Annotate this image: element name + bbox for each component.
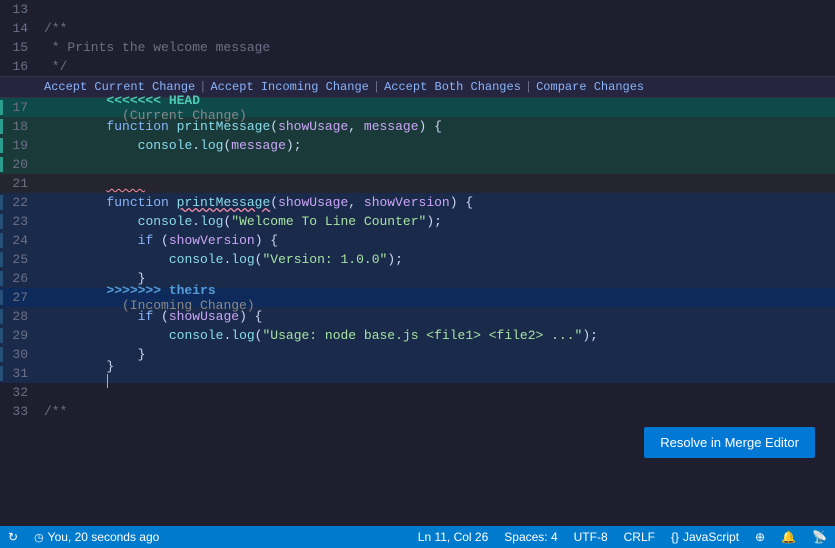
status-language[interactable]: {} JavaScript: [671, 530, 739, 544]
line-number: 14: [0, 21, 40, 36]
spaces-text: Spaces: 4: [504, 530, 557, 544]
line-number: 19: [0, 138, 40, 153]
broadcast-icon: 📡: [812, 530, 827, 544]
line-content: /**: [40, 21, 835, 36]
status-remote[interactable]: ⊕: [755, 530, 765, 544]
remote-icon: ⊕: [755, 530, 765, 544]
table-row: 16 */: [0, 57, 835, 76]
line-number: 32: [0, 385, 40, 400]
line-number: 23: [0, 214, 40, 229]
line-ending-text: CRLF: [624, 530, 655, 544]
line-number: 29: [0, 328, 40, 343]
status-position: Ln 11, Col 26: [418, 530, 489, 544]
table-row: 14 /**: [0, 19, 835, 38]
table-row: 19 console.log(message);: [0, 136, 835, 155]
line-number: 20: [0, 157, 40, 172]
git-info-text: You, 20 seconds ago: [48, 530, 160, 544]
status-line-ending[interactable]: CRLF: [624, 530, 655, 544]
line-number: 16: [0, 59, 40, 74]
git-clock-icon: ◷: [34, 531, 44, 544]
line-number: 22: [0, 195, 40, 210]
table-row: 31 }: [0, 364, 835, 383]
line-number: 15: [0, 40, 40, 55]
status-broadcast[interactable]: 📡: [812, 530, 827, 544]
line-number: 24: [0, 233, 40, 248]
line-number: 27: [0, 290, 40, 305]
status-sync[interactable]: ↻: [8, 530, 18, 544]
status-bar: ↻ ◷ You, 20 seconds ago Ln 11, Col 26 Sp…: [0, 526, 835, 548]
line-content: * Prints the welcome message: [40, 40, 835, 55]
text-cursor: [107, 374, 108, 388]
table-row: 13: [0, 0, 835, 19]
table-row: 33 /**: [0, 402, 835, 421]
table-row: 15 * Prints the welcome message: [0, 38, 835, 57]
line-content: }: [40, 344, 835, 404]
status-git-info: ◷ You, 20 seconds ago: [34, 530, 159, 544]
line-number: 26: [0, 271, 40, 286]
line-number: 17: [0, 100, 40, 115]
line-number: 30: [0, 347, 40, 362]
status-spaces[interactable]: Spaces: 4: [504, 530, 557, 544]
status-notifications[interactable]: 🔔: [781, 530, 796, 544]
language-icon: {}: [671, 530, 679, 544]
position-text: Ln 11, Col 26: [418, 530, 489, 544]
line-content: */: [40, 59, 835, 74]
language-text: JavaScript: [683, 530, 739, 544]
line-number: 28: [0, 309, 40, 324]
status-encoding[interactable]: UTF-8: [574, 530, 608, 544]
resolve-merge-editor-button[interactable]: Resolve in Merge Editor: [644, 427, 815, 458]
line-number: 21: [0, 176, 40, 191]
line-number: 25: [0, 252, 40, 267]
line-number: 13: [0, 2, 40, 17]
line-number: 18: [0, 119, 40, 134]
line-number: 33: [0, 404, 40, 419]
line-content: /**: [40, 404, 835, 419]
sync-icon: ↻: [8, 530, 18, 544]
bell-icon: 🔔: [781, 530, 796, 544]
code-lines: 13 14 /** 15 * Prints the welcome messag…: [0, 0, 835, 421]
editor-area: 13 14 /** 15 * Prints the welcome messag…: [0, 0, 835, 510]
line-number: 31: [0, 366, 40, 381]
encoding-text: UTF-8: [574, 530, 608, 544]
